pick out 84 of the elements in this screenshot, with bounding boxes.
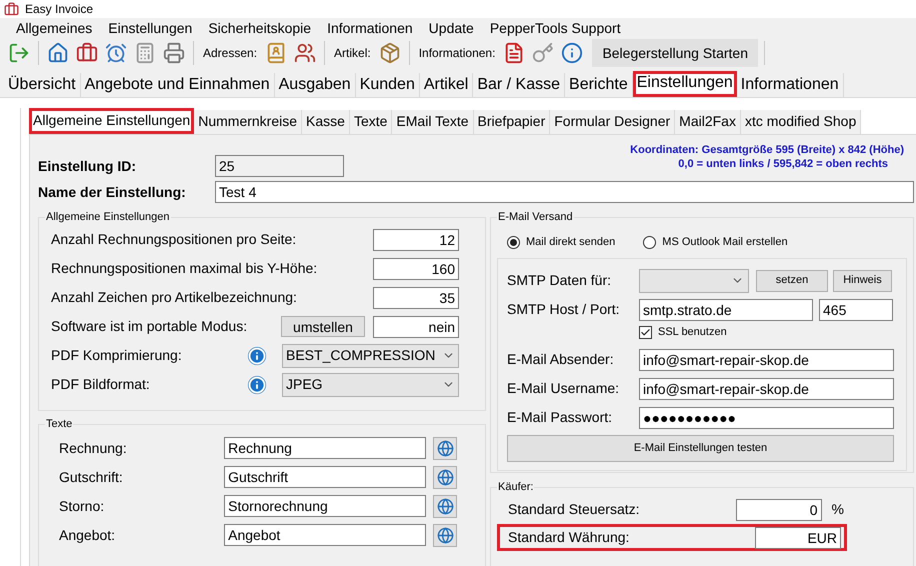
field-label: E-Mail Passwort: [507, 408, 614, 427]
tab[interactable]: Kasse [302, 110, 350, 134]
field-label: Einstellung ID: [38, 156, 137, 176]
coordinates-note: 0,0 = unten links / 595,842 = oben rechts [678, 157, 889, 171]
field-label: Standard Währung: [508, 528, 630, 547]
number-field[interactable]: 12 [373, 228, 459, 250]
tab[interactable]: Nummernkreise [194, 110, 302, 134]
globe-icon[interactable] [433, 466, 458, 488]
group-title: Allgemeine Einstellungen [45, 210, 171, 224]
toolbar-label: Artikel: [334, 45, 371, 62]
field-label: Anzahl Rechnungspositionen pro Seite: [51, 230, 296, 249]
checkbox[interactable] [639, 326, 652, 338]
number-field[interactable]: EUR [755, 526, 841, 548]
start-button[interactable]: Belegerstellung Starten [592, 39, 758, 67]
tab[interactable]: Ausgaben [274, 73, 356, 97]
menu-item[interactable]: Informationen [319, 18, 421, 39]
field-label: Anzahl Zeichen pro Artikelbezeichnung: [51, 288, 297, 307]
field-label: PDF Bildformat: [51, 375, 150, 394]
field-label: Rechnungspositionen maximal bis Y-Höhe: [51, 259, 318, 278]
field-label: Software ist im portable Modus: [51, 317, 248, 336]
id-field[interactable]: 25 [215, 155, 344, 177]
mode-field[interactable]: nein [373, 316, 459, 338]
tab[interactable]: Mail2Fax [675, 110, 741, 134]
menu-item[interactable]: Allgemeines [8, 18, 100, 39]
radio-label: MS Outlook Mail erstellen [662, 234, 788, 250]
number-field[interactable]: 35 [373, 286, 459, 308]
app-icon [4, 2, 19, 16]
hint-button[interactable]: Hinweis [833, 270, 892, 292]
menu-item[interactable]: PepperTools Support [482, 18, 629, 39]
dropdown[interactable]: JPEG [282, 372, 459, 396]
menu-item[interactable]: Update [420, 18, 482, 39]
unit-label: % [832, 500, 844, 519]
number-field[interactable]: 0 [736, 498, 822, 520]
menu-item[interactable]: Einstellungen [100, 18, 200, 39]
tab[interactable]: Texte [350, 110, 392, 134]
dropdown[interactable]: BEST_COMPRESSION [282, 344, 459, 368]
host-field[interactable]: smtp.strato.de [639, 298, 813, 320]
checkbox-label: SSL benutzen [658, 324, 727, 340]
tab[interactable]: EMail Texte [392, 110, 474, 134]
field-label: PDF Komprimierung: [51, 346, 182, 365]
tab[interactable]: xtc modified Shop [740, 110, 862, 134]
tab[interactable]: Einstellungen [632, 71, 737, 97]
radio-button[interactable] [507, 236, 520, 248]
field-label: E-Mail Absender: [507, 350, 615, 369]
field-label: Name der Einstellung: [38, 182, 187, 202]
port-field[interactable]: 465 [819, 298, 893, 320]
toolbar-label: Adressen: [203, 45, 258, 62]
printer-icon[interactable] [161, 40, 187, 66]
text-field[interactable]: Gutschrift [224, 466, 426, 488]
name-field[interactable]: Test 4 [215, 181, 914, 203]
field-label: Gutschrift: [59, 468, 124, 486]
globe-icon[interactable] [433, 494, 458, 518]
password-field[interactable]: ●●●●●●●●●●● [639, 406, 894, 428]
toolbar-label: Informationen: [418, 45, 496, 62]
tab[interactable]: Angebote und Einnahmen [80, 73, 275, 97]
tab[interactable]: Kunden [356, 73, 420, 97]
set-button[interactable]: setzen [756, 270, 828, 292]
field-label: SMTP Host / Port: [507, 300, 621, 319]
switch-mode-button[interactable]: umstellen [281, 316, 365, 336]
globe-icon[interactable] [433, 524, 458, 546]
field-label: Standard Steuersatz: [508, 500, 641, 519]
field-label: Rechnung: [59, 438, 128, 458]
field-label: Angebot: [59, 526, 116, 545]
globe-icon[interactable] [433, 436, 458, 460]
tab[interactable]: Briefpapier [474, 110, 550, 134]
radio-button[interactable] [643, 236, 656, 248]
field-label: Storno: [59, 496, 106, 516]
text-field[interactable]: Rechnung [224, 437, 426, 459]
field-label: SMTP Daten für: [507, 271, 612, 290]
number-field[interactable]: 160 [373, 258, 459, 280]
username-field[interactable]: info@smart-repair-skop.de [639, 378, 894, 400]
window-title: Easy Invoice [25, 1, 94, 18]
info-icon[interactable] [248, 346, 266, 364]
coordinates-note: Koordinaten: Gesamtgröße 595 (Breite) x 842 (Höhe) [630, 143, 904, 157]
menu-item[interactable]: Sicherheitskopie [200, 18, 320, 39]
tab[interactable]: Allgemeine Einstellungen [29, 108, 194, 134]
test-email-button[interactable]: E-Mail Einstellungen testen [507, 435, 894, 462]
tab[interactable]: Formular Designer [550, 110, 676, 134]
radio-label: Mail direkt senden [526, 234, 616, 250]
info-icon[interactable] [248, 376, 266, 394]
sender-field[interactable]: info@smart-repair-skop.de [639, 348, 894, 370]
text-field[interactable]: Angebot [224, 524, 426, 546]
text-field[interactable]: Stornorechnung [224, 495, 426, 517]
field-label: E-Mail Username: [507, 379, 620, 398]
